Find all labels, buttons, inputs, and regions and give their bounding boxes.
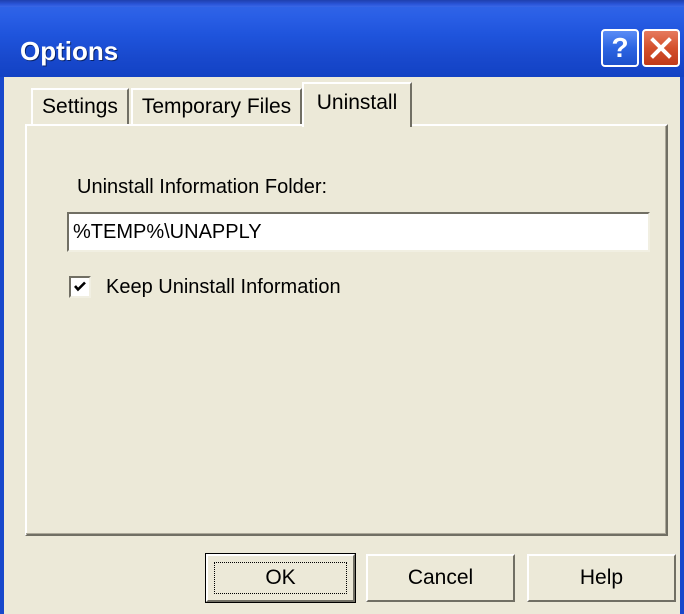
checkmark-icon — [74, 281, 86, 292]
help-title-button[interactable]: ? — [601, 29, 639, 67]
tab-uninstall[interactable]: Uninstall — [302, 82, 412, 127]
uninstall-folder-label: Uninstall Information Folder: — [77, 176, 328, 198]
question-mark-icon: ? — [611, 32, 629, 63]
tab-uninstall-label: Uninstall — [316, 90, 398, 114]
title-bar[interactable]: Options ? — [0, 7, 684, 77]
help-button-label: Help — [579, 566, 624, 589]
cancel-button-label: Cancel — [407, 566, 474, 589]
tab-settings[interactable]: Settings — [31, 88, 129, 124]
close-button[interactable] — [642, 29, 680, 67]
window-right-border — [680, 77, 684, 614]
window-top-edge — [0, 0, 684, 7]
ok-button[interactable]: OK — [205, 553, 356, 603]
keep-uninstall-label[interactable]: Keep Uninstall Information — [106, 276, 341, 299]
window-left-border — [0, 77, 4, 614]
tab-temporary-files[interactable]: Temporary Files — [131, 88, 302, 124]
uninstall-folder-input[interactable] — [67, 212, 650, 252]
help-button[interactable]: Help — [527, 554, 676, 602]
ok-button-label: OK — [265, 566, 296, 589]
keep-uninstall-checkbox[interactable] — [69, 276, 91, 298]
close-icon — [650, 37, 672, 59]
options-dialog: Options ? Settings Temporary Files Unins… — [0, 0, 684, 614]
window-title: Options — [20, 36, 119, 66]
tab-settings-label: Settings — [42, 95, 118, 118]
tab-temporary-files-label: Temporary Files — [141, 95, 292, 118]
cancel-button[interactable]: Cancel — [366, 554, 515, 602]
